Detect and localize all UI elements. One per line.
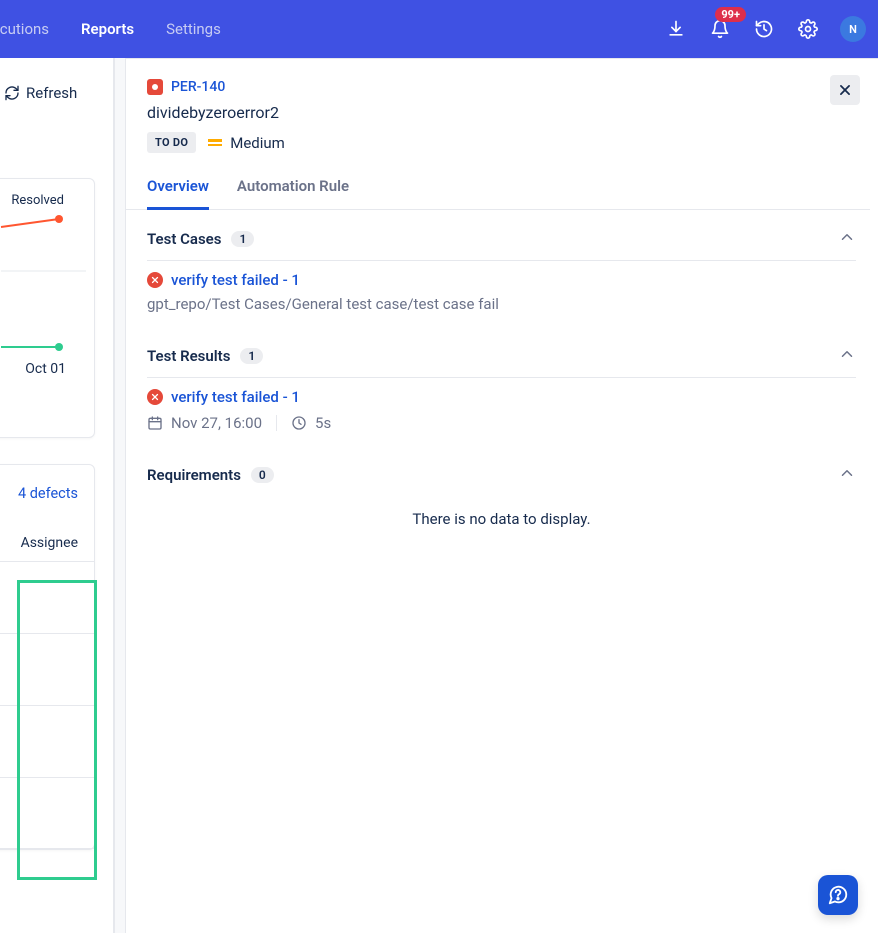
calendar-icon (147, 415, 163, 431)
tab-overview[interactable]: Overview (147, 177, 209, 210)
list-row[interactable] (0, 633, 94, 705)
history-icon[interactable] (752, 17, 776, 41)
chat-help-icon (827, 884, 849, 906)
test-result-item: verify test failed - 1 Nov 27, 16:00 5s (147, 378, 856, 432)
gear-icon[interactable] (796, 17, 820, 41)
help-button[interactable] (818, 875, 858, 915)
defects-link[interactable]: 4 defects (18, 485, 78, 502)
group-label: Assignee (21, 535, 78, 551)
notification-badge: 99+ (715, 7, 746, 22)
test-case-path: gpt_repo/Test Cases/General test case/te… (147, 295, 856, 313)
download-icon[interactable] (664, 17, 688, 41)
nav-executions[interactable]: Executions (0, 0, 65, 58)
test-case-item: verify test failed - 1 gpt_repo/Test Cas… (147, 261, 856, 313)
priority-indicator: Medium (208, 134, 285, 152)
test-result-link[interactable]: verify test failed - 1 (171, 388, 300, 406)
detail-panel: PER-140 dividebyzeroerror2 TO DO Medium (125, 58, 878, 933)
nav-reports[interactable]: Reports (65, 0, 150, 58)
count-badge: 1 (231, 231, 254, 247)
chart-card-fragment: Resolved Oct 01 (0, 178, 95, 438)
test-case-link[interactable]: verify test failed - 1 (171, 271, 300, 289)
empty-state-text: There is no data to display. (147, 496, 856, 542)
bug-type-icon (147, 79, 163, 95)
tab-automation-rule[interactable]: Automation Rule (237, 177, 349, 210)
notifications-icon[interactable]: 99+ (708, 17, 732, 41)
section-header-test-cases[interactable]: Test Cases 1 (147, 214, 856, 261)
error-status-icon (147, 272, 163, 288)
refresh-icon (4, 85, 20, 101)
ticket-title: dividebyzeroerror2 (147, 103, 856, 122)
priority-medium-icon (208, 139, 222, 146)
section-header-requirements[interactable]: Requirements 0 (147, 450, 856, 496)
chevron-up-icon (838, 228, 856, 250)
chevron-up-icon (838, 464, 856, 486)
chevron-up-icon (838, 345, 856, 367)
section-header-test-results[interactable]: Test Results 1 (147, 331, 856, 378)
tabs-bar: Overview Automation Rule (125, 177, 870, 210)
count-badge: 1 (240, 348, 263, 364)
x-tick-label: Oct 01 (25, 361, 66, 377)
error-status-icon (147, 389, 163, 405)
ticket-id-link[interactable]: PER-140 (171, 79, 225, 95)
list-row[interactable] (0, 561, 94, 633)
status-badge: TO DO (147, 132, 196, 153)
close-button[interactable] (830, 75, 860, 105)
lower-card-fragment: 4 defects Assignee (0, 464, 95, 850)
timestamp-text: Nov 27, 16:00 (171, 414, 262, 432)
refresh-button[interactable]: Refresh (0, 78, 85, 108)
avatar[interactable]: N (840, 16, 866, 42)
list-row[interactable] (0, 705, 94, 777)
nav-settings[interactable]: Settings (150, 0, 237, 58)
left-sidebar-fragment: Refresh Resolved Oct 01 (0, 58, 115, 933)
count-badge: 0 (251, 467, 274, 483)
clock-icon (291, 415, 307, 431)
duration-text: 5s (315, 414, 331, 432)
top-navbar: Executions Reports Settings 99+ N (0, 0, 878, 58)
list-row[interactable] (0, 777, 94, 849)
